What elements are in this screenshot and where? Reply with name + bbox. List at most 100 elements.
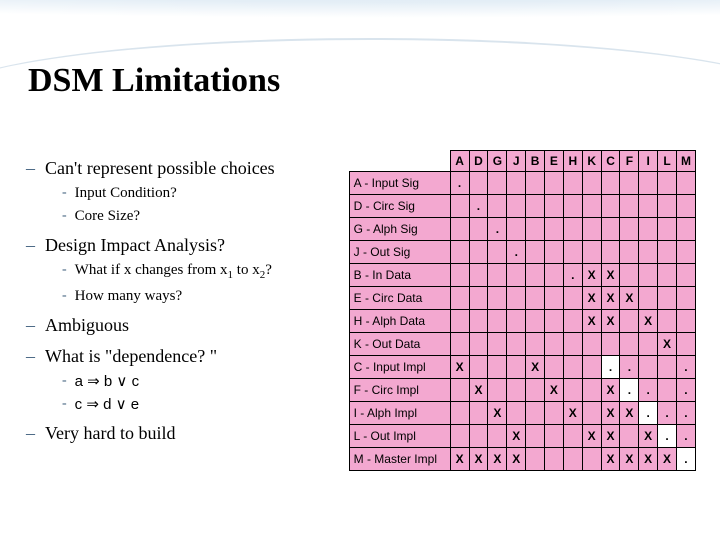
dash-icon: - <box>62 371 67 392</box>
dsm-cell <box>526 218 545 241</box>
dsm-cell: X <box>469 448 488 471</box>
dsm-cell: X <box>620 402 639 425</box>
bullet-item: – Can't represent possible choices <box>24 156 341 181</box>
dsm-cell <box>450 310 469 333</box>
dsm-cell <box>639 356 658 379</box>
dsm-cell <box>658 195 677 218</box>
dsm-cell <box>658 310 677 333</box>
dsm-cell <box>582 379 601 402</box>
dsm-cell: . <box>620 379 639 402</box>
dsm-cell <box>676 333 695 356</box>
dash-icon: - <box>62 206 67 227</box>
dsm-cell: X <box>582 264 601 287</box>
dsm-cell <box>639 195 658 218</box>
dsm-cell: . <box>676 402 695 425</box>
dsm-row-header: B - In Data <box>349 264 450 287</box>
dsm-cell <box>469 333 488 356</box>
dsm-col-header: B <box>526 151 545 172</box>
dsm-cell: X <box>601 402 620 425</box>
dsm-cell <box>450 425 469 448</box>
dsm-cell <box>658 218 677 241</box>
dsm-cell <box>563 310 582 333</box>
dsm-cell: X <box>582 310 601 333</box>
dsm-cell: . <box>469 195 488 218</box>
dsm-cell: X <box>582 425 601 448</box>
dsm-cell: . <box>601 356 620 379</box>
dsm-cell <box>450 264 469 287</box>
dsm-cell <box>545 264 564 287</box>
dsm-cell <box>582 356 601 379</box>
bullet-text: What is "dependence? " <box>45 344 341 369</box>
dsm-cell <box>526 448 545 471</box>
dsm-cell <box>526 310 545 333</box>
dsm-col-header: A <box>450 151 469 172</box>
bullet-text: Input Condition? <box>75 183 177 204</box>
dsm-cell <box>488 195 507 218</box>
dsm-cell <box>488 172 507 195</box>
dsm-cell <box>488 425 507 448</box>
dsm-cell: X <box>658 448 677 471</box>
dsm-cell <box>639 333 658 356</box>
dsm-cell <box>488 287 507 310</box>
dsm-col-header: K <box>582 151 601 172</box>
dsm-cell <box>469 356 488 379</box>
dsm-cell: X <box>601 425 620 448</box>
bullet-item: – Ambiguous <box>24 313 341 338</box>
dsm-cell <box>507 402 526 425</box>
bullet-item: – Design Impact Analysis? <box>24 233 341 258</box>
dsm-cell <box>507 287 526 310</box>
dsm-cell <box>488 333 507 356</box>
dsm-cell <box>563 333 582 356</box>
dsm-cell <box>676 287 695 310</box>
dsm-cell <box>582 402 601 425</box>
dsm-cell <box>639 218 658 241</box>
dsm-cell <box>526 379 545 402</box>
dsm-cell <box>545 195 564 218</box>
dsm-cell <box>601 195 620 218</box>
dsm-cell: X <box>563 402 582 425</box>
dsm-cell <box>507 264 526 287</box>
dsm-cell <box>469 172 488 195</box>
dsm-row-header: E - Circ Data <box>349 287 450 310</box>
dsm-cell <box>563 218 582 241</box>
dsm-cell <box>526 172 545 195</box>
dsm-cell <box>545 287 564 310</box>
bullet-text: Core Size? <box>75 206 140 227</box>
dsm-cell <box>582 172 601 195</box>
dash-icon: – <box>26 156 35 181</box>
dsm-cell <box>563 425 582 448</box>
bullet-text: a ⇒ b ∨ c <box>75 371 139 392</box>
bullet-text: c ⇒ d ∨ e <box>75 394 139 415</box>
dsm-cell <box>450 287 469 310</box>
dsm-row-header: C - Input Impl <box>349 356 450 379</box>
dsm-cell <box>450 241 469 264</box>
dsm-col-header: C <box>601 151 620 172</box>
dsm-cell <box>507 356 526 379</box>
dsm-cell: . <box>507 241 526 264</box>
dsm-cell <box>488 379 507 402</box>
dsm-cell <box>545 402 564 425</box>
bullet-item: – What is "dependence? " <box>24 344 341 369</box>
dsm-cell <box>563 195 582 218</box>
dsm-cell: X <box>601 448 620 471</box>
dsm-cell <box>620 333 639 356</box>
dsm-cell: X <box>601 264 620 287</box>
dsm-cell: X <box>507 425 526 448</box>
dsm-cell <box>469 218 488 241</box>
dsm-cell <box>620 310 639 333</box>
bullet-text: Can't represent possible choices <box>45 156 341 181</box>
dsm-cell <box>469 402 488 425</box>
dsm-col-header: J <box>507 151 526 172</box>
bullet-item: – Very hard to build <box>24 421 341 446</box>
dsm-cell: X <box>639 310 658 333</box>
dsm-cell <box>488 264 507 287</box>
dash-icon: – <box>26 421 35 446</box>
dsm-cell <box>563 172 582 195</box>
dsm-cell: X <box>488 402 507 425</box>
dsm-cell: X <box>526 356 545 379</box>
dsm-cell: . <box>676 448 695 471</box>
dsm-row-header: A - Input Sig <box>349 172 450 195</box>
dash-icon: - <box>62 260 67 283</box>
dash-icon: – <box>26 233 35 258</box>
dsm-cell <box>469 264 488 287</box>
